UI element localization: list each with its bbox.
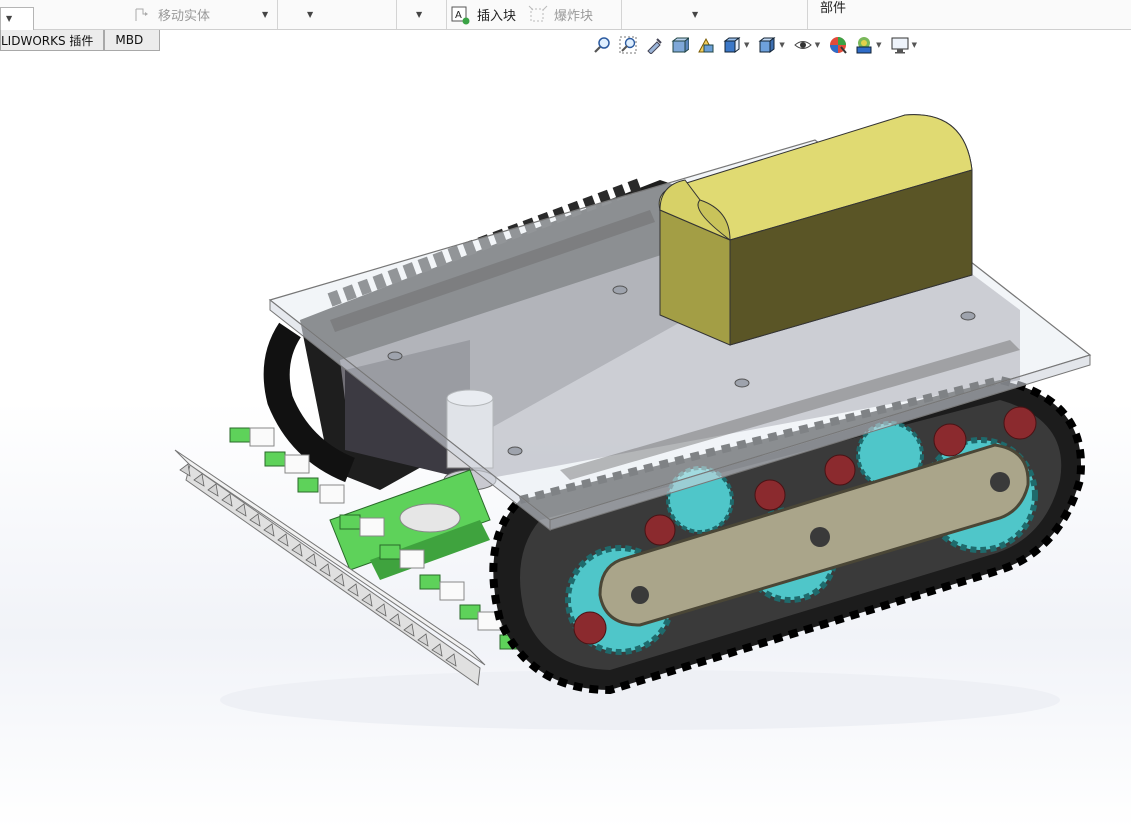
chevron-down-icon[interactable]: ▼ [876,41,881,49]
ribbon-separator [277,0,278,29]
section-view-icon[interactable] [670,35,690,55]
explode-block-icon [528,5,548,25]
dropdown-arrow-3[interactable]: ▼ [416,0,422,29]
hide-show-items-icon[interactable] [793,35,813,55]
chevron-down-icon: ▼ [692,10,699,19]
dropdown-arrow-2[interactable]: ▼ [307,0,313,29]
chevron-down-icon[interactable]: ▼ [815,41,820,49]
assembly-model[interactable] [0,52,1131,829]
chevron-down-icon: ▼ [416,10,423,19]
svg-text:A: A [455,10,462,21]
view-orientation-icon[interactable] [722,35,742,55]
zoom-to-fit-icon[interactable] [592,35,612,55]
ribbon-separator [446,0,447,29]
move-body-button[interactable]: 移动实体 ▼ [134,0,268,29]
ribbon-separator [807,0,808,29]
edit-appearance-icon[interactable] [828,35,848,55]
insert-block-button[interactable]: A 插入块 [451,0,516,29]
ribbon-separator [396,0,397,29]
command-ribbon: ▼ 移动实体 ▼ ▼ ▼ A 插入块 爆炸块 ▼ 部件 [0,0,1131,31]
chevron-down-icon[interactable]: ▼ [779,41,784,49]
dropdown-arrow-4[interactable]: ▼ [692,0,698,29]
insert-block-icon: A [451,5,471,25]
zoom-area-icon[interactable] [618,35,638,55]
dynamic-annotation-icon[interactable] [696,35,716,55]
chevron-down-icon[interactable]: ▼ [912,41,917,49]
previous-view-icon[interactable] [644,35,664,55]
tab-solidworks-addins[interactable]: LIDWORKS 插件 [0,30,105,51]
apply-scene-icon[interactable] [854,35,874,55]
graphics-viewport[interactable] [0,52,1131,829]
display-style-icon[interactable] [757,35,777,55]
chevron-down-icon: ▼ [6,13,13,23]
chevron-down-icon[interactable]: ▼ [744,41,749,49]
ribbon-separator [621,0,622,29]
left-dropdown-box[interactable]: ▼ [0,6,34,31]
chevron-down-icon: ▼ [307,10,314,19]
tab-mbd[interactable]: MBD [104,30,161,51]
view-settings-icon[interactable] [890,35,910,55]
explode-block-button[interactable]: 爆炸块 [528,0,593,29]
part-label: 部件 [820,1,847,16]
command-manager-tabs: LIDWORKS 插件 MBD [0,30,161,51]
chevron-down-icon[interactable]: ▼ [262,10,268,19]
view-heads-up-toolbar: ▼ ▼ ▼ ▼ ▼ [592,35,925,55]
move-body-icon [134,7,154,23]
left-dropdown[interactable]: ▼ [0,0,34,31]
